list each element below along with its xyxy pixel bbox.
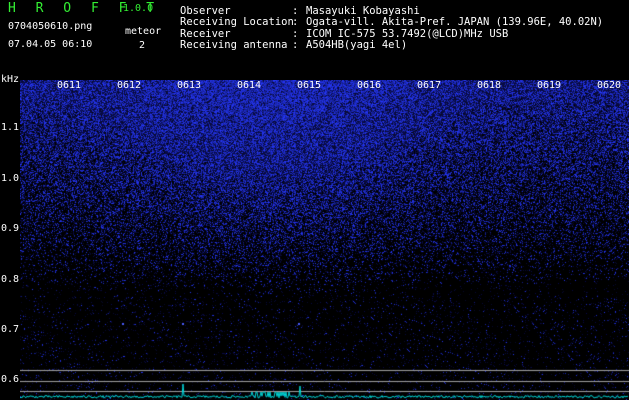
- info-value-location: Ogata-vill. Akita-Pref. JAPAN (139.96E, …: [306, 16, 604, 28]
- info-sep: :: [292, 16, 299, 28]
- time-tick-label: 0617: [417, 80, 442, 91]
- time-tick-label: 0615: [297, 80, 322, 91]
- info-label-antenna: Receiving antenna: [180, 39, 288, 51]
- time-tick-label: 0612: [117, 80, 142, 91]
- time-tick-label: 0611: [57, 80, 82, 91]
- meteor-label: meteor: [125, 26, 162, 37]
- y-tick-label: 0.8: [1, 274, 20, 285]
- y-tick-label: 1.0: [1, 173, 20, 184]
- y-tick-label: 0.9: [1, 223, 20, 234]
- app-version: 1.0.0: [123, 3, 154, 14]
- time-tick-label: 0618: [477, 80, 502, 91]
- spectrogram-canvas: [20, 80, 629, 400]
- time-tick-label: 0616: [357, 80, 382, 91]
- y-tick-label: 0.7: [1, 324, 20, 335]
- axis-unit: kHz: [1, 74, 20, 85]
- y-tick-label: 0.6: [1, 374, 20, 385]
- time-tick-label: 0614: [237, 80, 262, 91]
- time-tick-label: 0620: [597, 80, 622, 91]
- time-tick-label: 0613: [177, 80, 202, 91]
- y-tick-label: 1.1: [1, 122, 20, 133]
- datetime: 07.04.05 06:10: [8, 39, 93, 50]
- time-tick-label: 0619: [537, 80, 562, 91]
- info-value-antenna: A504HB(yagi 4el): [306, 39, 408, 51]
- meteor-count: 2: [139, 40, 146, 51]
- info-label-location: Receiving Location: [180, 16, 294, 28]
- filename: 0704050610.png: [8, 21, 93, 32]
- info-sep: :: [292, 39, 299, 51]
